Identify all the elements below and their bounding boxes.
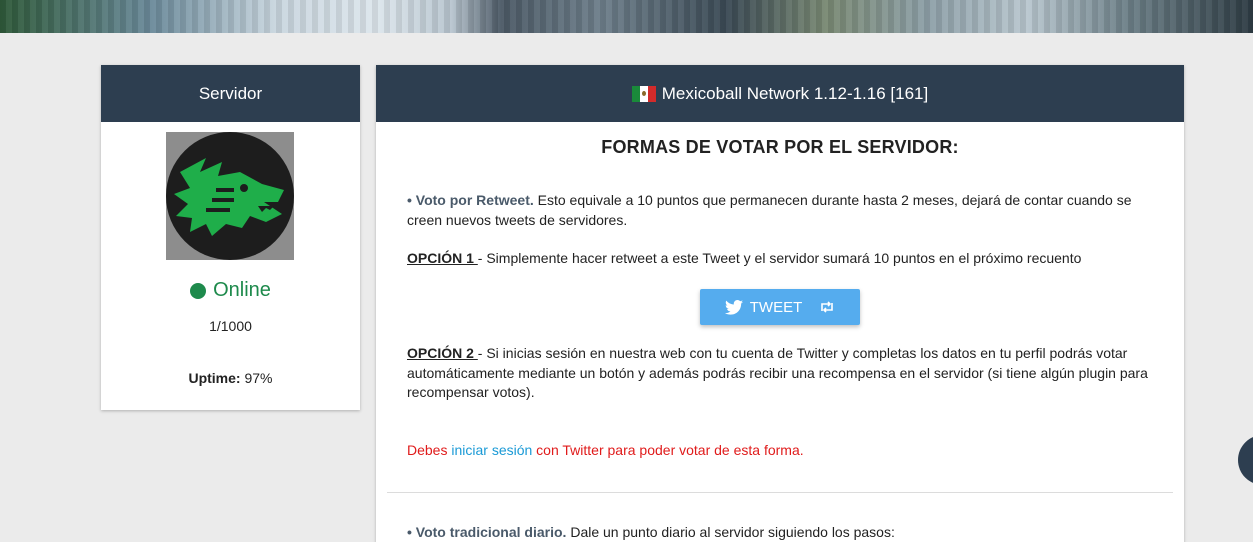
option2-text: - Si inicias sesión en nuestra web con t… xyxy=(407,345,1148,400)
player-count: 1/1000 xyxy=(209,318,252,334)
login-link[interactable]: iniciar sesión xyxy=(451,442,532,458)
retweet-lead: • Voto por Retweet. xyxy=(407,192,534,208)
mexico-flag-icon xyxy=(631,85,656,102)
login-notice: Debes iniciar sesión con Twitter para po… xyxy=(407,441,1157,461)
uptime-label: Uptime: xyxy=(188,370,241,386)
retweet-icon xyxy=(821,301,834,313)
status-label: Online xyxy=(213,279,271,301)
option-2: OPCIÓN 2 - Si inicias sesión en nuestra … xyxy=(407,344,1157,403)
option2-label: OPCIÓN 2 xyxy=(407,345,478,361)
header-banner xyxy=(0,0,1253,33)
server-card-title: Servidor xyxy=(101,65,360,122)
option-1: OPCIÓN 1 - Simplemente hacer retweet a e… xyxy=(407,249,1157,269)
floating-chat-button[interactable] xyxy=(1238,435,1253,485)
divider xyxy=(387,492,1173,493)
option1-label: OPCIÓN 1 xyxy=(407,250,478,266)
daily-text: Dale un punto diario al servidor siguien… xyxy=(566,524,895,540)
status-dot-icon xyxy=(190,282,207,299)
retweet-description: • Voto por Retweet. Esto equivale a 10 p… xyxy=(407,191,1157,230)
section-title: FORMAS DE VOTAR POR EL SERVIDOR: xyxy=(601,137,959,157)
serpent-logo-icon xyxy=(174,158,284,236)
server-info-card: Servidor Online 1/1000 Uptime: 97% xyxy=(101,65,360,410)
tweet-button-label: TWEET xyxy=(749,298,803,316)
twitter-bird-icon xyxy=(724,299,743,315)
tweet-button[interactable]: TWEET xyxy=(700,289,860,325)
uptime-value: 97% xyxy=(244,370,273,386)
option1-text: - Simplemente hacer retweet a este Tweet… xyxy=(477,250,1082,266)
daily-lead: • Voto tradicional diario. xyxy=(407,524,567,540)
server-name: Mexicoball Network 1.12-1.16 [161] xyxy=(661,83,929,103)
daily-vote-description: • Voto tradicional diario. Dale un punto… xyxy=(407,523,1157,542)
login-pre: Debes xyxy=(407,442,452,458)
login-post: con Twitter para poder votar de esta for… xyxy=(532,442,804,458)
voting-card: Mexicoball Network 1.12-1.16 [161] FORMA… xyxy=(376,65,1184,542)
server-status: Online xyxy=(101,279,360,302)
voting-card-header: Mexicoball Network 1.12-1.16 [161] xyxy=(376,65,1184,122)
uptime: Uptime: 97% xyxy=(101,370,360,386)
server-logo xyxy=(166,132,294,260)
